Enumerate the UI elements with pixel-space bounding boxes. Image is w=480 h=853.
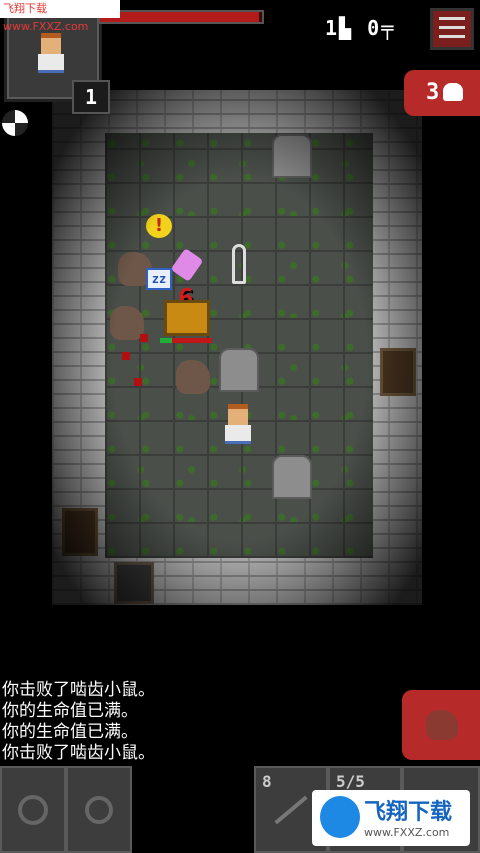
watermark-logo-icon xyxy=(320,796,360,838)
watermark-bottom: 飞翔下载 www.FXXZ.com xyxy=(312,790,470,846)
depth-keys-indicator: 1▙ 0╤ xyxy=(325,16,395,40)
danger-indicator[interactable]: 3 xyxy=(404,70,480,116)
menu-icon-line xyxy=(439,26,465,29)
log-line: 你击败了啮齿小鼠。 xyxy=(2,680,155,700)
portrait-hero-body xyxy=(38,54,64,73)
search-icon xyxy=(85,795,113,824)
key-icon: ╤ xyxy=(381,16,396,40)
clock-icon xyxy=(18,794,48,825)
door-left[interactable] xyxy=(62,508,98,556)
hero-level: 1 xyxy=(72,80,110,114)
quickslot-1-count: 8 xyxy=(262,772,272,791)
depth-value: 1 xyxy=(325,16,340,40)
keys-value: 0 xyxy=(367,16,382,40)
iron-key-item[interactable] xyxy=(232,244,246,284)
health-bar-fill xyxy=(100,12,259,22)
menu-icon xyxy=(439,17,465,20)
attack-target-button[interactable] xyxy=(402,690,480,760)
dart-icon xyxy=(274,795,308,824)
gravestone[interactable] xyxy=(219,348,259,392)
menu-button[interactable] xyxy=(430,8,474,50)
rat-enemy[interactable] xyxy=(110,306,144,340)
gravestone[interactable] xyxy=(272,455,312,499)
rat-icon xyxy=(426,710,458,740)
dungeon-floor[interactable] xyxy=(105,133,373,558)
quickslot-2-count: 5/5 xyxy=(336,772,365,791)
portrait-hero-icon xyxy=(35,33,67,73)
enemy-health-fill xyxy=(160,338,172,343)
health-bar xyxy=(98,10,264,24)
sleep-icon: zz xyxy=(146,268,172,290)
watermark-top: 飞翔下载 www.FXXZ.com xyxy=(0,0,120,33)
blood-splatter xyxy=(122,352,130,360)
wait-button[interactable] xyxy=(0,766,66,853)
hero-head xyxy=(228,404,248,425)
menu-icon-line xyxy=(439,35,465,38)
watermark-url: www.FXXZ.com xyxy=(364,826,450,839)
blood-splatter xyxy=(134,378,142,386)
danger-count: 3 xyxy=(426,80,440,105)
hero-character[interactable] xyxy=(222,404,254,444)
door-right[interactable] xyxy=(380,348,416,396)
hero-body xyxy=(225,425,251,444)
watermark-title: 飞翔下载 xyxy=(364,800,453,825)
search-button[interactable] xyxy=(66,766,132,853)
rat-enemy[interactable] xyxy=(176,360,210,394)
gravestone[interactable] xyxy=(272,134,312,178)
alert-icon: ! xyxy=(146,214,172,238)
portrait-hero-head xyxy=(41,33,61,54)
log-line: 你的生命值已满。 xyxy=(2,722,138,742)
log-line: 你的生命值已满。 xyxy=(2,701,138,721)
skull-icon xyxy=(443,83,464,101)
blood-splatter xyxy=(140,334,148,342)
stairs-icon: ▙ xyxy=(339,16,354,40)
log-line: 你击败了啮齿小鼠。 xyxy=(2,743,155,763)
enemy-health-bar xyxy=(160,338,212,343)
compass-icon[interactable] xyxy=(2,110,28,136)
locked-door[interactable] xyxy=(114,562,154,604)
game-log: 你击败了啮齿小鼠。 你的生命值已满。 你的生命值已满。 你击败了啮齿小鼠。 xyxy=(2,680,155,764)
treasure-chest[interactable] xyxy=(164,300,210,336)
